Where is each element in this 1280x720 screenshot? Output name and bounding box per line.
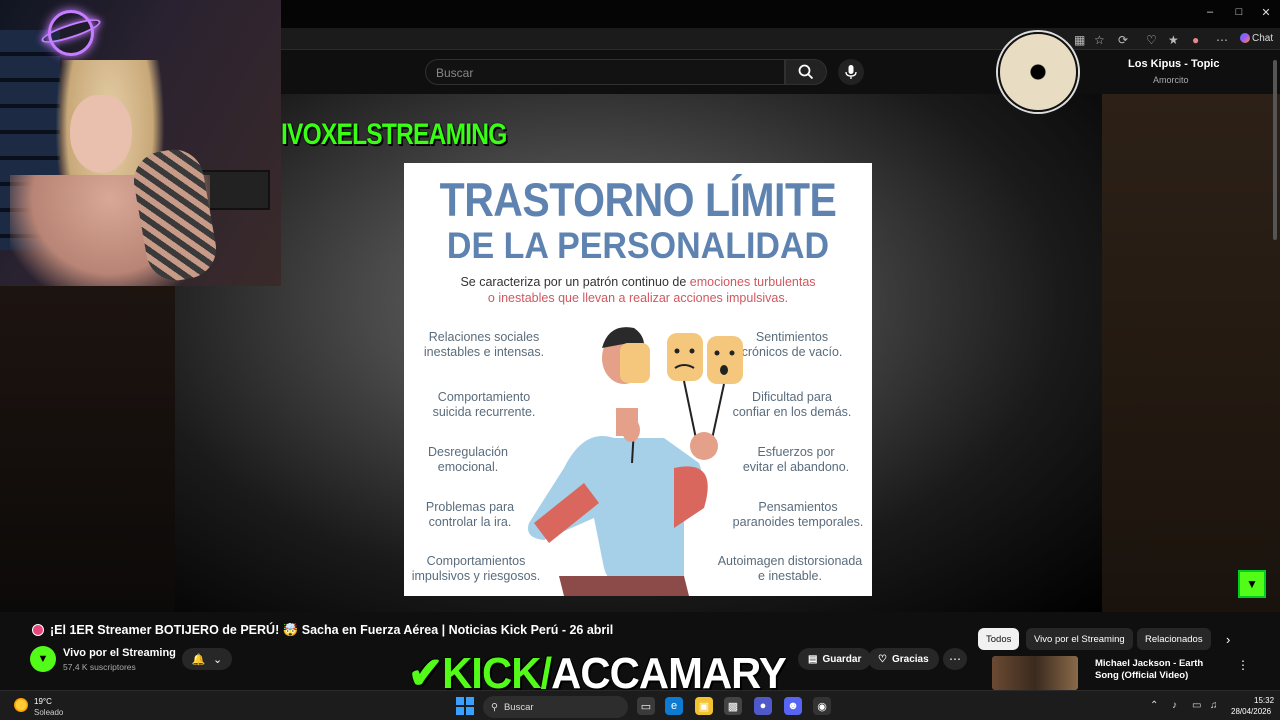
related-video-title[interactable]: Michael Jackson - Earth Song (Official V…: [1095, 658, 1225, 682]
left-background: [0, 286, 175, 612]
search-button[interactable]: [785, 59, 827, 85]
task-view-icon[interactable]: ▭: [637, 697, 655, 715]
favorites-icon[interactable]: ★: [1168, 33, 1179, 47]
infographic-subtitle-line1: Se caracteriza por un patrón continuo de…: [460, 275, 816, 289]
video-title: ¡El 1ER Streamer BOTIJERO de PERÚ! 🤯 Sac…: [50, 623, 614, 637]
volume-icon[interactable]: ♫: [1210, 700, 1218, 711]
voice-search-button[interactable]: [838, 59, 864, 85]
streamer-webcam: [0, 0, 281, 286]
channel-name[interactable]: Vivo por el Streaming: [63, 647, 176, 659]
clock-date[interactable]: 28/04/2026: [1231, 707, 1271, 716]
tab-icon[interactable]: ▦: [1074, 33, 1085, 47]
clock-time[interactable]: 15:32: [1254, 696, 1274, 705]
thanks-label: Gracias: [891, 653, 929, 665]
maximize-button[interactable]: □: [1229, 6, 1249, 18]
microphone-icon: [845, 65, 857, 79]
heart-icon[interactable]: ♡: [1146, 33, 1157, 47]
discord-icon[interactable]: ☻: [784, 697, 802, 715]
file-explorer-icon[interactable]: ▣: [695, 697, 713, 715]
network-icon[interactable]: ▭: [1192, 700, 1201, 711]
tray-chevron-icon[interactable]: ⌃: [1150, 700, 1158, 711]
scrollbar[interactable]: [1273, 60, 1277, 240]
favorite-star-icon[interactable]: ☆: [1094, 33, 1105, 47]
minimize-button[interactable]: –: [1200, 6, 1220, 18]
chat-label: Chat: [1252, 33, 1274, 44]
infographic-title-line2: DE LA PERSONALIDAD: [446, 225, 830, 267]
related-video-thumbnail[interactable]: [992, 656, 1078, 690]
notification-bell-button[interactable]: 🔔 ⌄: [182, 648, 232, 670]
chevron-right-icon[interactable]: ›: [1226, 632, 1230, 647]
copilot-icon: [1240, 33, 1250, 44]
search-icon: [798, 64, 814, 80]
weather-sun-icon[interactable]: [14, 698, 28, 712]
store-icon[interactable]: ▩: [724, 697, 742, 715]
infographic-subtitle-line2: o inestables que llevan a realizar accio…: [487, 291, 789, 305]
channel-avatar[interactable]: ▼: [30, 646, 56, 672]
chip-related[interactable]: Relacionados: [1137, 628, 1211, 650]
kick-badge-icon: ▼: [1238, 570, 1266, 598]
more-actions-button[interactable]: ⋯: [943, 648, 967, 670]
save-icon: ▤: [808, 653, 818, 665]
close-window-button[interactable]: ✕: [1256, 6, 1276, 19]
teams-icon[interactable]: ●: [754, 697, 772, 715]
weather-description: Soleado: [34, 708, 64, 717]
profile-icon[interactable]: ●: [1192, 33, 1199, 47]
save-button[interactable]: ▤ Guardar: [798, 648, 872, 670]
related-more-icon[interactable]: ⋮: [1237, 658, 1249, 672]
subscriber-count: 57,4 K suscriptores: [63, 662, 136, 672]
chevron-down-icon: ⌄: [213, 653, 223, 666]
infographic-image: TRASTORNO LÍMITE DE LA PERSONALIDAD Se c…: [404, 163, 872, 596]
save-label: Guardar: [822, 653, 862, 665]
browser-toolbar: [280, 28, 1280, 50]
now-playing-title: Los Kipus - Topic: [1128, 58, 1220, 70]
now-playing-vinyl: [998, 32, 1078, 112]
channel-logo-icon: ▼: [37, 653, 49, 665]
taskbar-search-label: Buscar: [503, 701, 534, 713]
thanks-button[interactable]: ♡ Gracias: [868, 648, 939, 670]
bell-icon: 🔔: [191, 653, 206, 666]
chip-channel[interactable]: Vivo por el Streaming: [1026, 628, 1133, 650]
thanks-icon: ♡: [878, 653, 887, 665]
more-options-icon[interactable]: ⋯: [1216, 33, 1228, 47]
streamer-face: [70, 95, 132, 173]
now-playing-artist: Amorcito: [1153, 75, 1189, 85]
start-button[interactable]: [456, 697, 474, 715]
weather-temperature: 19°C: [34, 697, 52, 706]
edge-browser-icon[interactable]: e: [665, 697, 683, 715]
search-box: [425, 59, 785, 85]
microphone-tray-icon[interactable]: ♪: [1172, 700, 1177, 711]
live-indicator-icon: [32, 624, 44, 636]
overlay-channel-text: IVOXELSTREAMING: [281, 118, 507, 151]
app-icon[interactable]: ◉: [813, 697, 831, 715]
infographic-title-line1: TRASTORNO LÍMITE: [439, 173, 837, 227]
copilot-chat-button[interactable]: Chat: [1240, 33, 1273, 44]
extension-icon[interactable]: ⟳: [1118, 33, 1128, 47]
search-icon: ⚲: [491, 701, 498, 713]
right-background: [1102, 94, 1280, 612]
search-input[interactable]: [436, 64, 766, 82]
chip-all[interactable]: Todos: [978, 628, 1020, 650]
taskbar-search[interactable]: ⚲ Buscar: [483, 696, 628, 718]
person-with-masks-illustration: [528, 327, 743, 596]
